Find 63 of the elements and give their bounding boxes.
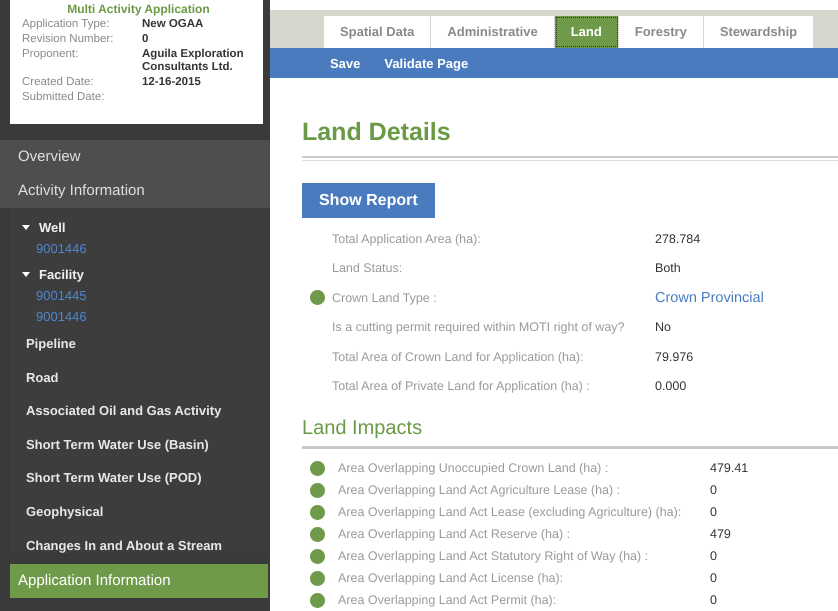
section-title: Land Impacts [302, 417, 424, 440]
card-title: Multi Activity Application [66, 1, 211, 16]
field-label: Proponent: [22, 48, 80, 62]
tree-item[interactable]: Short Term Water Use (Basin) [10, 428, 268, 462]
field-value: Aguila Exploration Consultants Ltd. [142, 48, 245, 74]
caret-icon[interactable] [22, 223, 30, 231]
tree-item[interactable]: Associated Oil and Gas Activity [10, 394, 268, 428]
field-value: 0 [710, 571, 717, 585]
tree-item[interactable]: Pipeline [10, 327, 268, 361]
tab[interactable]: Stewardship [704, 16, 814, 48]
tab[interactable]: Administrative [431, 16, 555, 48]
field-value: 479 [710, 527, 731, 541]
field-label: Created Date: [22, 76, 95, 89]
tab[interactable]: Spatial Data [324, 16, 432, 48]
tree-item[interactable]: Changes In and About a Stream [10, 528, 268, 562]
field-label: Application Type: [22, 18, 110, 31]
tree-item[interactable]: Well [39, 220, 66, 234]
field-label: Total Application Area (ha): [332, 232, 482, 246]
field-label: Revision Number: [22, 33, 114, 46]
tree-link[interactable]: 9001445 [10, 285, 268, 306]
field-value: 479.41 [710, 461, 748, 475]
tree-item[interactable]: Facility [39, 266, 84, 282]
tree-link[interactable]: 9001446 [10, 306, 268, 327]
field-label: Is a cutting permit required within MOTI right of way? [332, 320, 626, 334]
field-label: Area Overlapping Land Act Permit (ha): [337, 593, 558, 607]
show-report-button[interactable]: Show Report [302, 183, 435, 218]
tree-item[interactable]: Road [10, 360, 268, 394]
field-value: 79.976 [655, 350, 694, 364]
field-label: Area Overlapping Land Act License (ha): [337, 571, 564, 585]
field-label: Area Overlapping Unoccupied Crown Land (ha) : [337, 461, 610, 475]
field-label: Total Area of Crown Land for Application (ha): [332, 350, 585, 364]
nav-item[interactable]: Overview [0, 140, 270, 174]
tree-item[interactable]: Short Term Water Use (POD) [10, 461, 268, 495]
field-label: Area Overlapping Land Act Statutory Right of Way (ha) : [337, 549, 650, 563]
field-value: 0 [710, 593, 717, 607]
field-value: 0 [710, 549, 717, 563]
toolbar-button[interactable]: Validate Page [384, 56, 468, 70]
field-value: 0.000 [655, 379, 686, 394]
section-title: Land Details [302, 117, 452, 148]
caret-icon[interactable] [22, 270, 30, 278]
field-label: Submitted Date: [22, 91, 106, 104]
tab[interactable]: Forestry [618, 16, 704, 48]
nav-item[interactable]: Activity Information [0, 174, 270, 208]
toolbar-button[interactable]: Save [330, 56, 360, 70]
field-label: Total Area of Private Land for Application (ha) : [332, 379, 591, 394]
field-label: Land Status: [332, 261, 404, 276]
field-value: No [655, 320, 671, 334]
field-label: Area Overlapping Land Act Reserve (ha) : [337, 527, 572, 541]
field-label: Crown Land Type : [332, 290, 438, 305]
nav-item[interactable]: Application Information [10, 564, 268, 598]
field-label: Area Overlapping Land Act Agriculture Lease (ha) : [337, 483, 622, 497]
field-value: 0 [710, 505, 717, 519]
field-link[interactable]: Crown Provincial [655, 290, 764, 306]
field-value: 278.784 [655, 232, 700, 246]
field-label: Area Overlapping Land Act Lease (excluding Agriculture) (ha): [337, 505, 682, 519]
tab[interactable]: Land [554, 16, 619, 48]
field-value: 12-16-2015 [142, 76, 201, 89]
field-value: New OGAA [142, 18, 204, 31]
tree-link[interactable]: 9001446 [10, 238, 268, 259]
field-value: 0 [142, 33, 148, 46]
field-value: 0 [710, 483, 717, 497]
tree-item[interactable]: Geophysical [10, 494, 268, 529]
field-value: Both [655, 261, 681, 276]
